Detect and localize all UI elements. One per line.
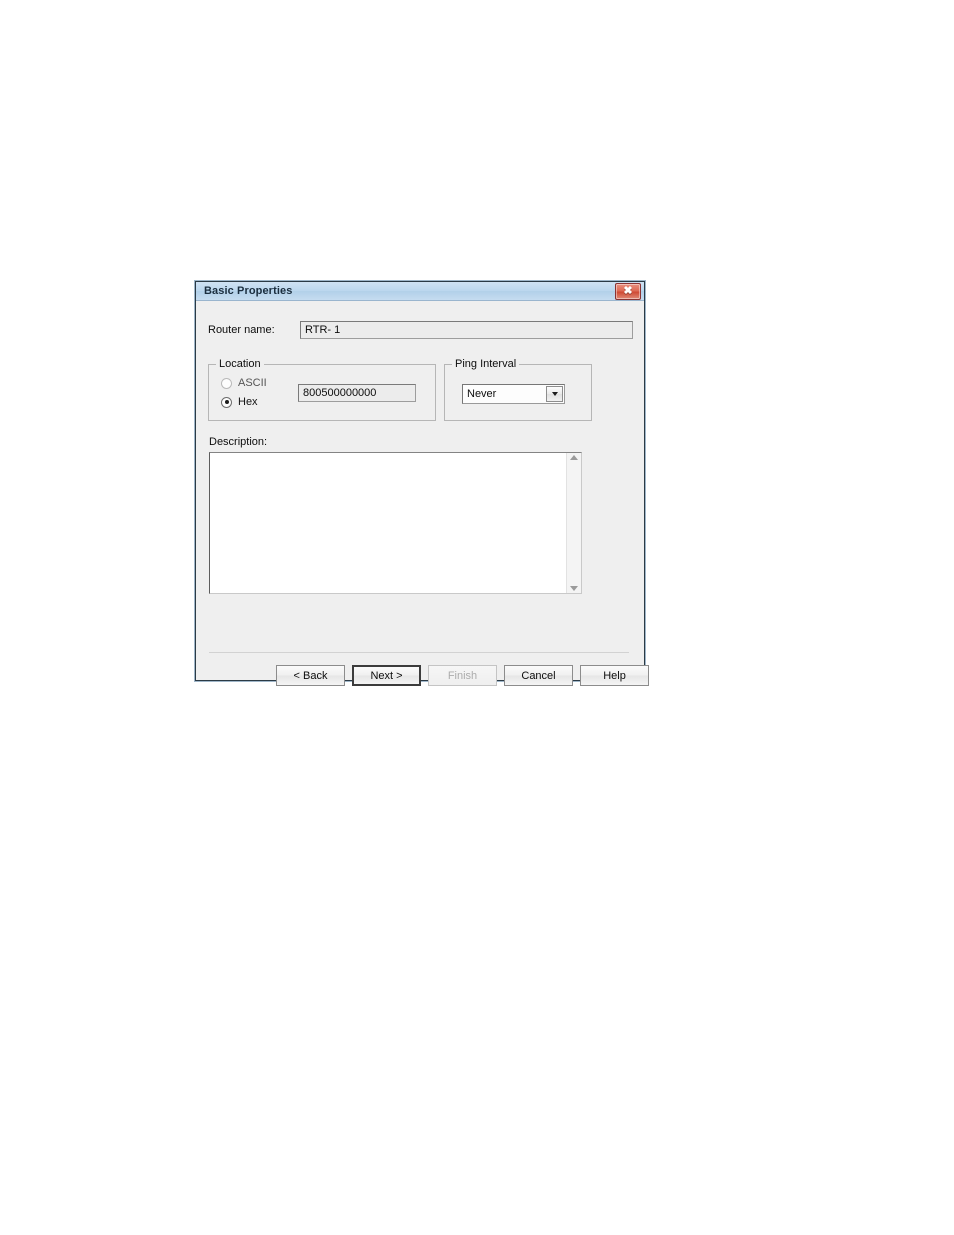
ping-interval-select[interactable]: Never: [462, 384, 565, 404]
cancel-button[interactable]: Cancel: [504, 665, 573, 686]
location-group-label: Location: [216, 358, 264, 370]
description-label: Description:: [209, 436, 268, 448]
description-scrollbar[interactable]: [566, 453, 581, 593]
radio-hex-label: Hex: [238, 396, 258, 408]
scroll-down-arrow-icon[interactable]: [570, 586, 578, 591]
router-name-input[interactable]: RTR- 1: [300, 321, 633, 339]
router-name-row: Router name: RTR- 1: [208, 321, 633, 339]
dialog-body: Router name: RTR- 1 Location ASCII Hex 8…: [196, 301, 649, 686]
dialog-title: Basic Properties: [204, 285, 293, 297]
radio-ascii-label: ASCII: [238, 377, 267, 389]
footer-separator: [209, 652, 629, 653]
ping-interval-groupbox: Ping Interval Never: [444, 358, 592, 421]
back-button[interactable]: < Back: [276, 665, 345, 686]
location-groupbox: Location ASCII Hex 800500000000: [208, 358, 436, 421]
description-text[interactable]: [210, 453, 566, 593]
router-name-label: Router name:: [208, 324, 275, 336]
location-value-input[interactable]: 800500000000: [298, 384, 416, 402]
ping-interval-group-label: Ping Interval: [452, 358, 520, 370]
basic-properties-dialog: Basic Properties ✖ Router name: RTR- 1 L…: [195, 281, 649, 686]
chevron-down-icon[interactable]: [546, 386, 563, 402]
footer-button-row: < Back Next > Finish Cancel Help: [276, 665, 649, 686]
ping-interval-value: Never: [467, 388, 497, 400]
radio-unchecked-icon: [221, 377, 232, 389]
description-textarea[interactable]: [209, 452, 582, 594]
radio-location-ascii[interactable]: ASCII: [221, 377, 267, 389]
next-button[interactable]: Next >: [352, 665, 421, 686]
help-button[interactable]: Help: [580, 665, 649, 686]
scroll-up-arrow-icon[interactable]: [570, 455, 578, 460]
close-button[interactable]: ✖: [615, 282, 641, 300]
dialog-titlebar[interactable]: Basic Properties ✖: [196, 282, 644, 301]
radio-location-hex[interactable]: Hex: [221, 396, 258, 408]
radio-checked-icon: [221, 396, 232, 408]
finish-button: Finish: [428, 665, 497, 686]
close-icon: ✖: [623, 284, 633, 297]
